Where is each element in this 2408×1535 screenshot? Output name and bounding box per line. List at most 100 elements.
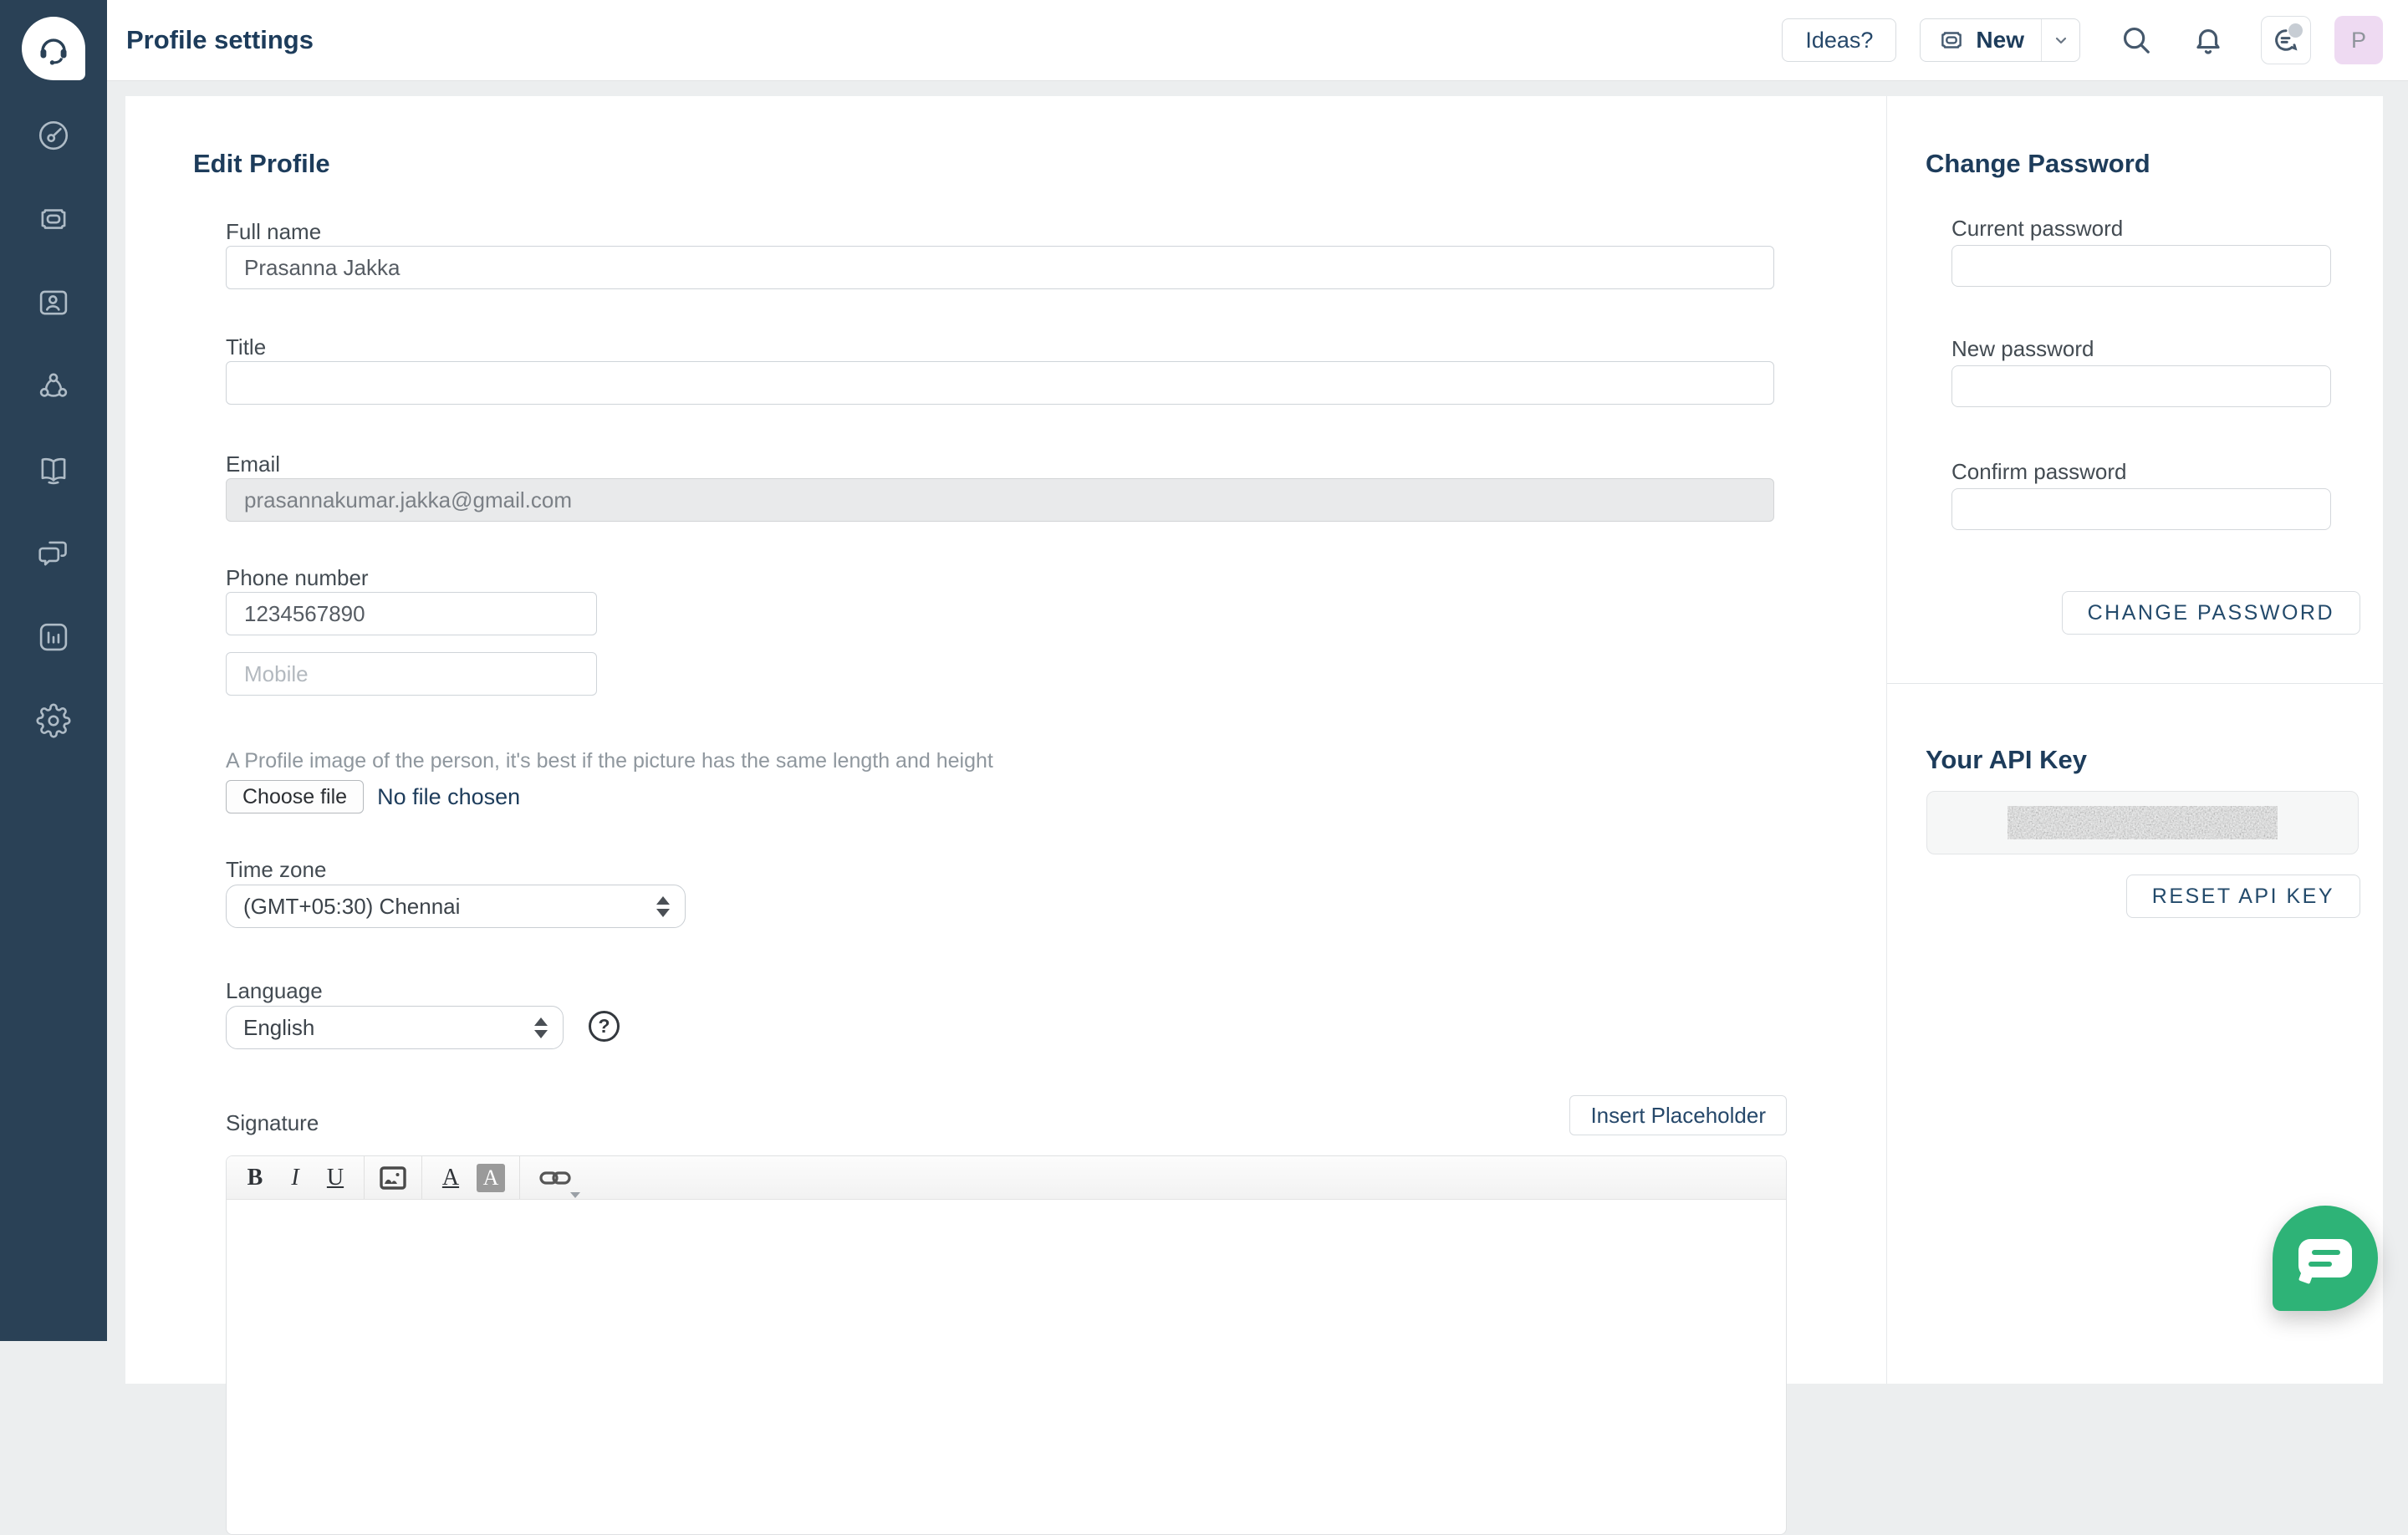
new-password-group: New password bbox=[1951, 336, 2331, 407]
underline-button[interactable]: U bbox=[315, 1156, 355, 1200]
select-stepper-icon bbox=[534, 1017, 548, 1038]
insert-placeholder-button[interactable]: Insert Placeholder bbox=[1569, 1095, 1787, 1135]
right-panel: Change Password Current password New pas… bbox=[1886, 96, 2383, 1384]
sidebar bbox=[0, 0, 107, 1341]
email-group: Email bbox=[226, 451, 1787, 522]
top-header: Profile settings Ideas? New bbox=[107, 0, 2408, 80]
full-name-input[interactable] bbox=[226, 246, 1774, 289]
search-icon bbox=[2120, 24, 2152, 56]
knowledge-book-icon bbox=[36, 452, 71, 487]
network-icon bbox=[36, 369, 71, 404]
mobile-input[interactable] bbox=[226, 652, 597, 696]
notifications-button[interactable] bbox=[2192, 24, 2224, 56]
language-help-icon[interactable]: ? bbox=[589, 1011, 620, 1042]
new-ticket-dropdown-toggle[interactable] bbox=[2041, 19, 2079, 61]
api-key-heading: Your API Key bbox=[1926, 745, 2383, 775]
no-file-chosen-text: No file chosen bbox=[377, 784, 520, 810]
dashboard-gauge-icon bbox=[36, 118, 71, 153]
sidebar-item-reports[interactable] bbox=[0, 595, 107, 679]
current-password-label: Current password bbox=[1951, 216, 2123, 241]
full-name-group: Full name bbox=[226, 219, 1787, 289]
sidebar-item-contacts[interactable] bbox=[0, 261, 107, 344]
api-key-field bbox=[1926, 791, 2359, 854]
sidebar-item-knowledge-base[interactable] bbox=[0, 428, 107, 512]
title-label: Title bbox=[226, 334, 266, 360]
chevron-down-icon bbox=[2051, 30, 2071, 50]
api-key-redacted-value bbox=[2008, 806, 2278, 839]
insert-image-button[interactable] bbox=[373, 1156, 413, 1200]
new-button-label: New bbox=[1976, 27, 2024, 54]
link-group bbox=[520, 1156, 590, 1199]
signature-toolbar: B I U bbox=[227, 1156, 1786, 1200]
edit-profile-form: Full name Title Email Phone number A Pro bbox=[226, 219, 1787, 1535]
title-input[interactable] bbox=[226, 361, 1774, 405]
confirm-password-input[interactable] bbox=[1951, 488, 2331, 530]
panel-divider bbox=[1887, 683, 2383, 684]
title-group: Title bbox=[226, 334, 1787, 405]
new-password-label: New password bbox=[1951, 336, 2094, 361]
sidebar-item-teams[interactable] bbox=[0, 344, 107, 428]
background-color-button[interactable]: A bbox=[471, 1156, 511, 1200]
contact-card-icon bbox=[36, 285, 71, 320]
signature-content-area[interactable] bbox=[227, 1200, 1786, 1534]
italic-button[interactable]: I bbox=[275, 1156, 315, 1200]
language-value: English bbox=[243, 1015, 314, 1041]
signature-label: Signature bbox=[226, 1110, 319, 1135]
language-label: Language bbox=[226, 978, 323, 1003]
notification-dot bbox=[2288, 23, 2303, 38]
confirm-password-group: Confirm password bbox=[1951, 459, 2331, 530]
email-label: Email bbox=[226, 451, 280, 477]
image-icon bbox=[380, 1166, 406, 1190]
phone-label: Phone number bbox=[226, 565, 369, 590]
phone-input[interactable] bbox=[226, 592, 597, 635]
phone-group: Phone number bbox=[226, 565, 1787, 696]
current-password-input[interactable] bbox=[1951, 245, 2331, 287]
edit-profile-heading: Edit Profile bbox=[193, 149, 1886, 179]
page-title: Profile settings bbox=[126, 25, 314, 55]
new-ticket-button[interactable]: New bbox=[1921, 19, 2041, 61]
language-select[interactable]: English bbox=[226, 1006, 564, 1049]
profile-image-upload: Choose file No file chosen bbox=[226, 780, 1787, 813]
new-password-input[interactable] bbox=[1951, 365, 2331, 407]
sidebar-item-settings[interactable] bbox=[0, 679, 107, 762]
new-ticket-split-button: New bbox=[1920, 18, 2080, 62]
sidebar-item-chats[interactable] bbox=[0, 512, 107, 595]
ideas-button[interactable]: Ideas? bbox=[1782, 18, 1896, 62]
link-icon bbox=[539, 1168, 571, 1188]
link-dropdown-caret-icon bbox=[570, 1192, 580, 1198]
app-logo[interactable] bbox=[22, 17, 85, 80]
profile-image-hint: A Profile image of the person, it's best… bbox=[226, 748, 1787, 773]
edit-profile-section: Edit Profile Full name Title Email Phone… bbox=[125, 96, 1886, 1384]
reset-api-key-button[interactable]: RESET API KEY bbox=[2126, 875, 2360, 918]
confirm-password-label: Confirm password bbox=[1951, 459, 2127, 484]
full-name-label: Full name bbox=[226, 219, 321, 244]
signature-editor: B I U bbox=[226, 1155, 1787, 1535]
insert-link-button[interactable] bbox=[528, 1156, 582, 1200]
choose-file-button[interactable]: Choose file bbox=[226, 780, 364, 813]
time-zone-select[interactable]: (GMT+05:30) Chennai bbox=[226, 885, 686, 928]
text-style-group: B I U bbox=[227, 1156, 365, 1199]
current-password-group: Current password bbox=[1951, 216, 2331, 287]
media-group bbox=[365, 1156, 422, 1199]
chat-bubble-icon bbox=[2298, 1239, 2352, 1277]
select-stepper-icon bbox=[656, 896, 670, 917]
time-zone-label: Time zone bbox=[226, 857, 326, 882]
time-zone-value: (GMT+05:30) Chennai bbox=[243, 894, 460, 920]
whats-new-button[interactable] bbox=[2261, 16, 2311, 64]
avatar[interactable]: P bbox=[2334, 16, 2383, 64]
ticket-icon bbox=[1937, 26, 1966, 54]
bold-button[interactable]: B bbox=[235, 1156, 275, 1200]
change-password-heading: Change Password bbox=[1926, 149, 2383, 179]
change-password-button[interactable]: CHANGE PASSWORD bbox=[2062, 591, 2360, 635]
search-button[interactable] bbox=[2120, 24, 2152, 56]
chat-bubbles-icon bbox=[36, 536, 71, 571]
email-input bbox=[226, 478, 1774, 522]
signature-header-row: Signature Insert Placeholder bbox=[226, 1095, 1787, 1135]
live-chat-launcher[interactable] bbox=[2273, 1206, 2378, 1311]
sidebar-nav bbox=[0, 94, 107, 762]
headset-logo-icon bbox=[34, 29, 73, 68]
background-color-icon: A bbox=[477, 1164, 505, 1192]
font-color-button[interactable]: A bbox=[431, 1156, 471, 1200]
sidebar-item-tickets[interactable] bbox=[0, 177, 107, 261]
sidebar-item-dashboard[interactable] bbox=[0, 94, 107, 177]
